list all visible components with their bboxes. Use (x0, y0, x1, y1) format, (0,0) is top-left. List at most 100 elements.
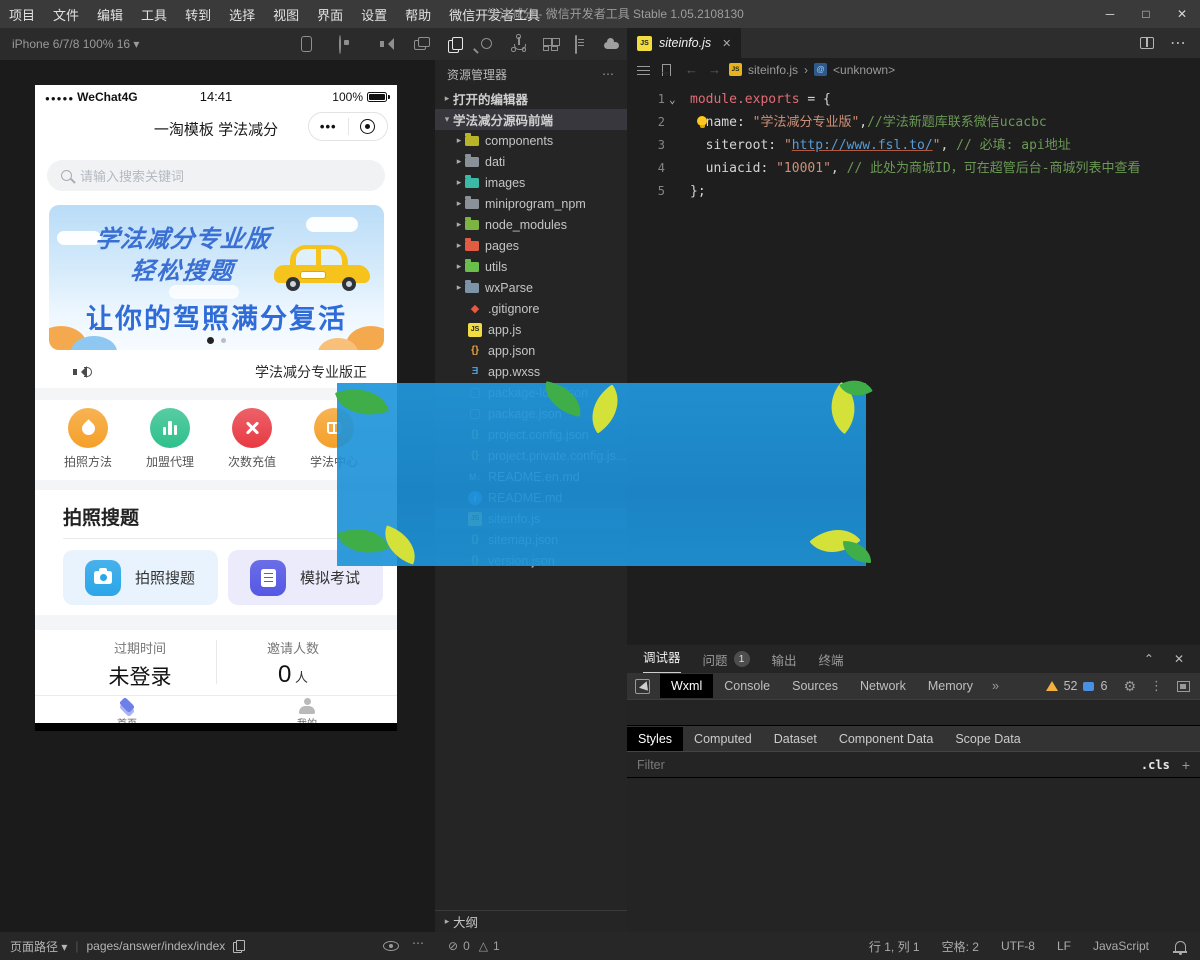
devtools-tab-memory[interactable]: Memory (917, 674, 984, 698)
styles-tab-scope-data[interactable]: Scope Data (944, 727, 1031, 751)
outline-section[interactable]: ▸ 大纲 (435, 910, 627, 932)
line-number: 1 (627, 88, 665, 111)
tree-item-images[interactable]: ▸images (435, 172, 627, 193)
tab-close-icon[interactable]: ✕ (722, 37, 731, 50)
maximize-button[interactable]: □ (1128, 0, 1164, 28)
panel-tab-调试器[interactable]: 调试器 (643, 645, 681, 673)
styles-tab-computed[interactable]: Computed (683, 727, 763, 751)
close-capsule-button[interactable] (349, 119, 388, 134)
styles-filter-input[interactable] (627, 758, 1141, 772)
copy-path-icon[interactable] (233, 940, 244, 952)
bookmark-icon[interactable] (662, 64, 671, 76)
breadcrumb-file[interactable]: siteinfo.js (748, 63, 798, 77)
tree-item-miniprogram_npm[interactable]: ▸miniprogram_npm (435, 193, 627, 214)
outline-list-icon[interactable] (637, 65, 650, 75)
devtools-settings-icon[interactable]: ⚙ (1123, 678, 1136, 695)
signal-dots: ●●●●● (45, 94, 74, 103)
tree-item-dati[interactable]: ▸dati (435, 151, 627, 172)
styles-tab-styles[interactable]: Styles (627, 727, 683, 751)
status-item-4[interactable]: JavaScript (1093, 939, 1149, 953)
code-area[interactable]: 1⌄module.exports = {2 name: "学法减分专业版",//… (627, 88, 1200, 203)
search-input[interactable]: 请输入搜索关键词 (47, 160, 385, 191)
more-menu-button[interactable]: ••• (309, 114, 348, 140)
status-item-2[interactable]: UTF-8 (1001, 939, 1035, 953)
warning-triangle-icon[interactable] (1046, 681, 1058, 691)
breadcrumb-symbol[interactable]: <unknown> (833, 63, 895, 77)
statusbar-more-icon[interactable]: ⋯ (412, 936, 425, 950)
tree-item-utils[interactable]: ▸utils (435, 256, 627, 277)
grid-item-1[interactable]: 拍照方法 (53, 408, 123, 470)
panel-tab-终端[interactable]: 终端 (819, 650, 844, 669)
code-line-2: 2 name: "学法减分专业版",//学法新题库联系微信ucacbc (627, 111, 1200, 134)
styles-tab-dataset[interactable]: Dataset (763, 727, 828, 751)
tree-item-wxparse[interactable]: ▸wxParse (435, 277, 627, 298)
collapse-panel-icon[interactable]: ⌃ (1144, 652, 1154, 666)
undock-icon[interactable] (1177, 681, 1190, 692)
file-icon[interactable] (575, 35, 577, 54)
tree-item-.gitignore[interactable]: ◆.gitignore (435, 298, 627, 319)
devtools-tab-wxml[interactable]: Wxml (660, 674, 713, 698)
status-item-3[interactable]: LF (1057, 939, 1071, 953)
menu-item-8[interactable]: 设置 (352, 5, 396, 24)
tree-section-[interactable]: ▸打开的编辑器 (435, 88, 627, 109)
inspect-element-icon[interactable] (635, 679, 650, 694)
cls-toggle[interactable]: .cls (1141, 758, 1170, 772)
editor-more-icon[interactable]: ⋯ (1170, 33, 1186, 53)
lightbulb-icon[interactable] (697, 116, 707, 126)
fold-icon[interactable]: ⌄ (669, 88, 676, 111)
grid-item-3[interactable]: 次数充值 (217, 408, 287, 470)
panel-tab-输出[interactable]: 输出 (772, 650, 797, 669)
tree-item-app.json[interactable]: {}app.json (435, 340, 627, 361)
menu-item-5[interactable]: 选择 (220, 5, 264, 24)
device-icon[interactable] (301, 36, 312, 52)
devtools-kebab-icon[interactable]: ⋮ (1150, 678, 1163, 694)
menu-item-9[interactable]: 帮助 (396, 5, 440, 24)
menu-item-2[interactable]: 编辑 (88, 5, 132, 24)
minimize-button[interactable]: ─ (1092, 0, 1128, 28)
menu-item-0[interactable]: 项目 (0, 5, 44, 24)
info-count[interactable]: 6 (1100, 679, 1107, 693)
tree-item-node_modules[interactable]: ▸node_modules (435, 214, 627, 235)
info-bubble-icon[interactable] (1083, 682, 1094, 691)
device-selector[interactable]: iPhone 6/7/8 100% 16 ▾ (12, 28, 139, 60)
error-icon: ⊘ (448, 939, 458, 953)
devtools-tab-network[interactable]: Network (849, 674, 917, 698)
panel-tab-问题[interactable]: 问题1 (703, 650, 750, 669)
debugger-header: 调试器 问题1 输出 终端 ⌃ ✕ (627, 645, 1200, 673)
tree-item-app.wxss[interactable]: Eapp.wxss (435, 361, 627, 382)
explorer-more-icon[interactable]: ⋯ (602, 67, 615, 81)
banner-carousel[interactable]: 学法减分专业版 轻松搜题 让你的驾照满分复活 (49, 205, 384, 350)
forward-icon[interactable]: → (708, 62, 721, 77)
menu-item-6[interactable]: 视图 (264, 5, 308, 24)
problems-indicator[interactable]: ⊘ 0 △ 1 (448, 932, 500, 960)
styles-tab-component-data[interactable]: Component Data (828, 727, 945, 751)
page-path-selector[interactable]: 页面路径 ▾ (10, 938, 67, 955)
tree-section-[interactable]: ▾学法减分源码前端 (435, 109, 627, 130)
more-tabs-icon[interactable]: » (992, 679, 999, 693)
devtools-tab-sources[interactable]: Sources (781, 674, 849, 698)
menu-item-3[interactable]: 工具 (132, 5, 176, 24)
warning-count[interactable]: 52 (1064, 679, 1078, 693)
back-icon[interactable]: ← (685, 62, 698, 77)
tree-item-app.js[interactable]: JSapp.js (435, 319, 627, 340)
status-item-0[interactable]: 行 1, 列 1 (869, 938, 920, 955)
grid-item-2[interactable]: 加盟代理 (135, 408, 205, 470)
split-editor-icon[interactable] (1140, 37, 1154, 49)
tree-item-components[interactable]: ▸components (435, 130, 627, 151)
menu-item-7[interactable]: 界面 (308, 5, 352, 24)
record-icon[interactable] (339, 35, 341, 54)
menu-item-1[interactable]: 文件 (44, 5, 88, 24)
action-button-photo[interactable]: 拍照搜题 (63, 550, 218, 605)
add-style-icon[interactable]: + (1182, 757, 1190, 773)
status-item-1[interactable]: 空格: 2 (942, 938, 979, 955)
close-panel-icon[interactable]: ✕ (1174, 652, 1184, 666)
tab-siteinfo-js[interactable]: JS siteinfo.js ✕ (627, 28, 741, 58)
grid-label: 拍照方法 (53, 453, 123, 470)
tree-item-pages[interactable]: ▸pages (435, 235, 627, 256)
close-button[interactable]: ✕ (1164, 0, 1200, 28)
menu-item-4[interactable]: 转到 (176, 5, 220, 24)
page-path[interactable]: pages/answer/index/index (86, 939, 225, 953)
devtools-tab-console[interactable]: Console (713, 674, 781, 698)
eye-icon[interactable] (383, 941, 399, 951)
notifications-bell-icon[interactable] (1175, 941, 1186, 951)
